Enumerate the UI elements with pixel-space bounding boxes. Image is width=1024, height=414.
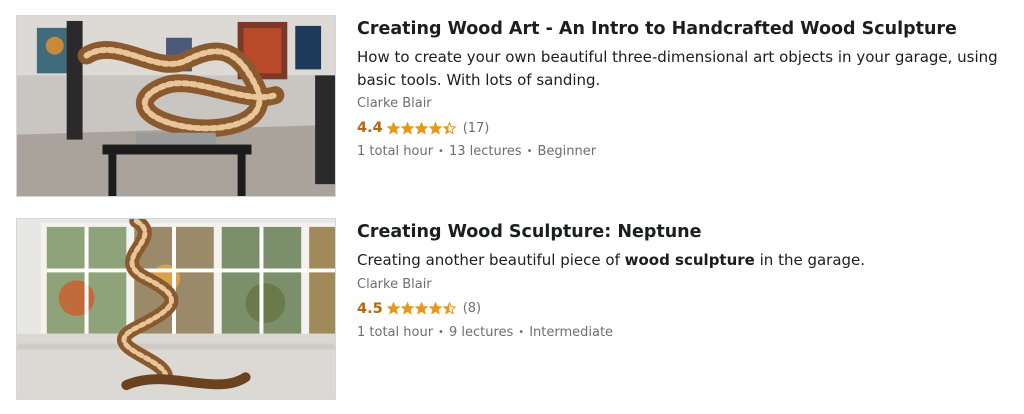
star-icon bbox=[400, 302, 414, 315]
star-icon bbox=[414, 121, 428, 135]
separator-dot: • bbox=[518, 326, 525, 338]
course-duration: 1 total hour bbox=[357, 144, 434, 159]
course-lectures: 13 lectures bbox=[448, 144, 522, 159]
separator-dot: • bbox=[526, 146, 533, 157]
course-instructor: Clarke Blair bbox=[357, 276, 432, 292]
star-icon bbox=[442, 302, 456, 315]
rating-count: (17) bbox=[462, 120, 490, 136]
course-meta: 1 total hour • 9 lectures • Intermediate bbox=[357, 324, 1016, 342]
course-instructor: Clarke Blair bbox=[357, 96, 432, 111]
rating-count: (8) bbox=[462, 301, 482, 316]
separator-dot: • bbox=[438, 146, 444, 157]
star-icon bbox=[400, 121, 414, 135]
course-lectures: 9 lectures bbox=[448, 324, 514, 340]
course-card[interactable]: Creating Wood Art - An Intro to Handcraf… bbox=[16, 15, 1016, 197]
wood-sculpture-window-photo bbox=[17, 219, 335, 399]
star-rating bbox=[386, 121, 457, 135]
star-icon bbox=[386, 302, 400, 315]
rating-value: 4.5 bbox=[357, 300, 383, 317]
star-icon bbox=[386, 121, 400, 135]
star-rating bbox=[386, 302, 457, 315]
description-highlight: wood sculpture bbox=[624, 251, 755, 269]
description-text: Creating another beautiful piece of bbox=[357, 251, 625, 269]
course-meta: 1 total hour • 13 lectures • Beginner bbox=[357, 143, 1016, 161]
wood-sculpture-gallery-photo bbox=[17, 16, 335, 196]
course-title[interactable]: Creating Wood Art - An Intro to Handcraf… bbox=[357, 17, 1016, 41]
star-icon bbox=[414, 302, 428, 315]
course-description: Creating another beautiful piece of wood… bbox=[357, 249, 1016, 272]
course-duration: 1 total hour bbox=[357, 324, 434, 340]
course-level: Intermediate bbox=[529, 324, 614, 340]
course-rating: 4.4 (17) bbox=[357, 118, 1016, 138]
course-level: Beginner bbox=[537, 144, 597, 159]
course-title[interactable]: Creating Wood Sculpture: Neptune bbox=[357, 220, 1016, 244]
course-card[interactable]: Creating Wood Sculpture: Neptune Creatin… bbox=[16, 218, 1016, 400]
description-text: in the garage. bbox=[754, 251, 866, 269]
separator-dot: • bbox=[438, 326, 444, 338]
course-rating: 4.5 (8) bbox=[357, 299, 1016, 319]
course-thumbnail-neptune[interactable] bbox=[16, 218, 336, 400]
star-icon bbox=[428, 121, 442, 135]
rating-value: 4.4 bbox=[357, 120, 383, 136]
star-icon bbox=[428, 302, 442, 315]
course-description: How to create your own beautiful three-d… bbox=[357, 48, 998, 89]
course-thumbnail-wood-art[interactable] bbox=[16, 15, 336, 197]
star-icon bbox=[442, 121, 456, 135]
